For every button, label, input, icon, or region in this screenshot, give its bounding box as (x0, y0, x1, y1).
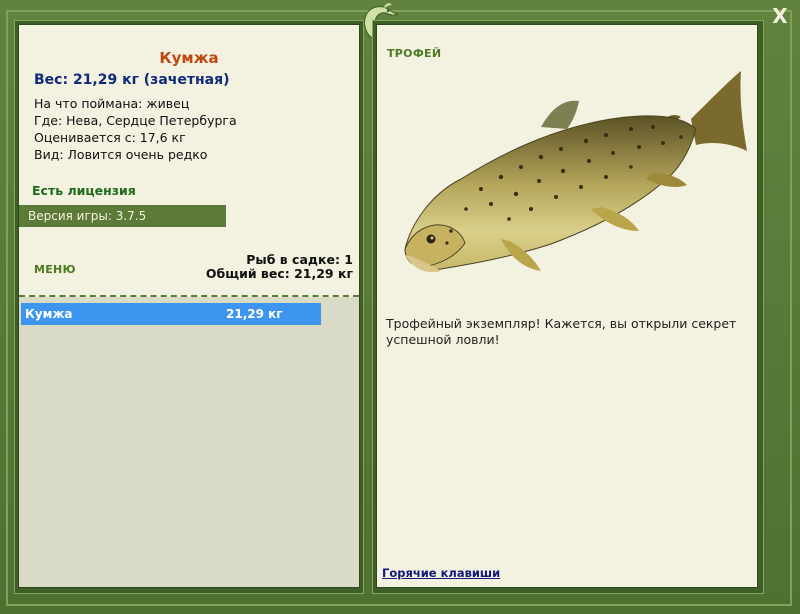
trophy-description: Трофейный экземпляр! Кажется, вы открыли… (386, 316, 737, 347)
menu-button[interactable]: МЕНЮ (34, 263, 76, 276)
catch-stats: Рыб в садке: 1 Общий вес: 21,29 кг (206, 253, 353, 281)
rating-info: Оценивается с: 17,6 кг (34, 130, 186, 145)
fish-name: Кумжа (159, 49, 219, 67)
version-bar: Версия игры: 3.7.5 (19, 205, 226, 227)
list-item-weight: 21,29 кг (226, 307, 283, 321)
trophy-panel: ТРОФЕЙ Трофейный экземпляр! Кажется, вы … (376, 24, 758, 588)
fish-count: Рыб в садке: 1 (246, 252, 353, 267)
location-info: Где: Нева, Сердце Петербурга (34, 113, 237, 128)
hotkeys-link[interactable]: Горячие клавиши (382, 566, 500, 580)
close-button[interactable]: X (770, 6, 790, 26)
list-item[interactable]: Кумжа 21,29 кг (21, 303, 321, 325)
catch-list: Кумжа 21,29 кг (19, 297, 359, 587)
trout-image (404, 71, 747, 273)
bait-info: На что поймана: живец (34, 96, 190, 111)
fish-weight: Вес: 21,29 кг (зачетная) (34, 72, 230, 88)
rarity-info: Вид: Ловится очень редко (34, 147, 208, 162)
license-status: Есть лицензия (32, 183, 136, 198)
fish-info-panel: Кумжа Вес: 21,29 кг (зачетная) На что по… (18, 24, 360, 588)
fish-details: На что поймана: живец Где: Нева, Сердце … (34, 95, 237, 163)
total-weight: Общий вес: 21,29 кг (205, 266, 353, 281)
list-item-name: Кумжа (25, 307, 73, 321)
